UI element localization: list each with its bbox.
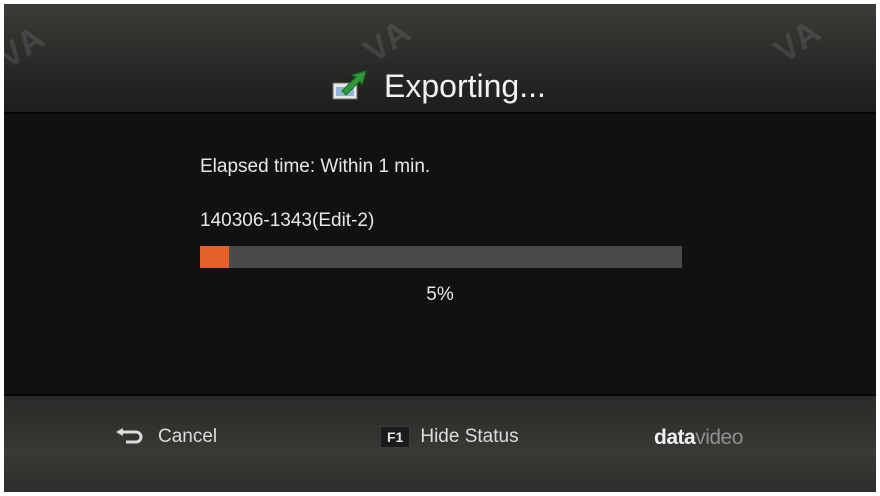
cancel-label: Cancel [158, 426, 218, 447]
cancel-button[interactable]: Cancel [114, 426, 217, 448]
progress-percent: 5% [426, 284, 454, 305]
elapsed-time-label: Elapsed time: Within 1 min. [200, 156, 431, 177]
dialog-title-text: Exporting... [384, 67, 546, 104]
progress-bar-fill [200, 246, 229, 268]
dialog-title: Exporting... [330, 64, 546, 108]
f1-key-badge: F1 [380, 426, 411, 448]
export-status-panel: Elapsed time: Within 1 min. 140306-1343(… [4, 114, 876, 394]
export-filename: 140306-1343(Edit-2) [200, 210, 375, 231]
progress-bar [200, 246, 682, 268]
export-icon [332, 70, 367, 100]
return-icon [116, 428, 143, 444]
dialog-header: VA VA VA Exporting... [4, 4, 876, 114]
watermark: VA [767, 11, 829, 71]
hide-status-button[interactable]: F1 Hide Status [380, 426, 519, 448]
datavideo-logo: datavideo [654, 426, 743, 449]
export-dialog-screen: VA VA VA Exporting... Elapsed time: With… [4, 4, 876, 492]
hide-status-label: Hide Status [420, 426, 519, 447]
watermark: VA [4, 17, 53, 77]
watermark: VA [357, 11, 419, 71]
dialog-footer: Cancel F1 Hide Status datavideo [4, 394, 876, 492]
